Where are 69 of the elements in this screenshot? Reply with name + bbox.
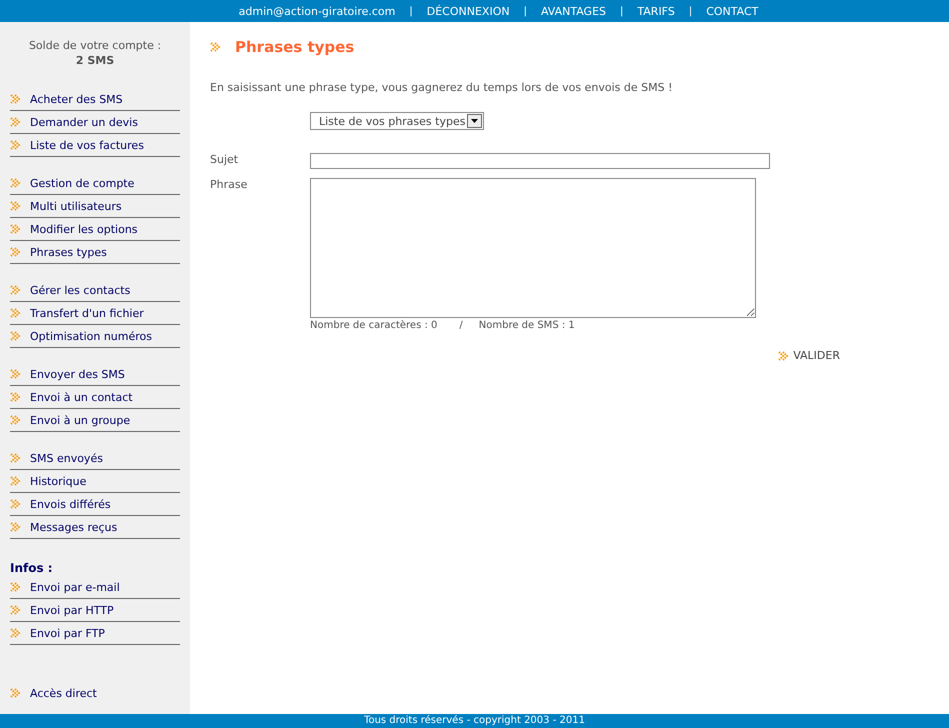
nav-link[interactable]: TARIFS [637,4,675,18]
chevron-icon [10,117,21,127]
chevron-icon [10,522,21,532]
nav-separator: | [619,6,624,16]
chevron-icon [10,688,21,698]
sidebar-item[interactable]: Gérer les contacts [10,279,180,302]
sidebar-heading: Infos : [10,560,54,576]
chevron-icon [10,582,21,592]
chevron-icon [10,308,21,318]
nav-link[interactable]: AVANTAGES [540,4,606,18]
char-count: Nombre de caractères : 0 [310,320,438,331]
chevron-icon [10,453,21,463]
chevron-icon [10,224,21,234]
sidebar-item[interactable]: Envoyer des SMS [10,363,180,386]
sidebar-item[interactable]: Modifier les options [10,218,180,241]
sidebar-item[interactable]: SMS envoyés [10,447,180,470]
page-title: Phrases types [235,38,354,56]
sidebar-item[interactable]: Envoi à un groupe [10,409,180,432]
chevron-icon [10,369,21,379]
chevron-icon [10,415,21,425]
sidebar-item[interactable]: Envoi par HTTP [10,599,180,622]
nav-link[interactable]: DÉCONNEXION [426,4,510,18]
chevron-icon [10,628,21,638]
sidebar-item[interactable]: Envoi par e-mail [10,576,180,599]
sidebar-item[interactable]: Historique [10,470,180,493]
nav-separator: | [522,6,528,16]
copyright-text: Tous droits réservés - copyright 2003 - 2011 [364,715,585,726]
nav-separator: | [408,6,414,16]
sidebar-item[interactable]: Phrases types [10,241,180,264]
phrase-dropdown[interactable]: Liste de vos phrases types [310,112,484,130]
balance-label: Solde de votre compte : [28,38,162,53]
intro-text: En saisissant une phrase type, vous gagnerez du temps lors de vos envois de SMS ! [210,81,674,94]
chevron-icon [210,42,221,52]
chevron-icon [10,605,21,615]
chevron-icon [10,392,21,402]
sidebar-item[interactable]: Accès direct [10,682,180,704]
count-separator: / [459,320,463,331]
sidebar-item[interactable]: Demander un devis [10,111,180,134]
nav-link[interactable]: admin@action-giratoire.com [238,4,396,18]
chevron-icon [10,247,21,257]
sidebar-item[interactable]: Envoi à un contact [10,386,180,409]
submit-link[interactable]: VALIDER [778,349,840,362]
sidebar-item[interactable]: Liste de vos factures [10,134,180,157]
sidebar-item[interactable]: Envoi par FTP [10,622,180,645]
sidebar-item[interactable]: Multi utilisateurs [10,195,180,218]
sidebar-item[interactable]: Messages reçus [10,516,180,539]
balance-value: 2 SMS [74,53,116,68]
chevron-icon [778,350,790,360]
chevron-icon [10,140,21,150]
sidebar-item[interactable]: Transfert d'un fichier [10,302,180,325]
sidebar-item[interactable]: Optimisation numéros [10,325,180,348]
phrase-field[interactable] [310,178,756,318]
subject-label: Sujet [210,153,240,168]
chevron-icon [10,476,21,486]
nav-link[interactable]: CONTACT [706,4,758,18]
sidebar-item[interactable]: Envois différés [10,493,180,516]
chevron-icon [10,499,21,509]
chevron-icon [10,201,21,211]
chevron-icon [10,331,21,341]
chevron-icon [10,94,21,104]
sidebar-item[interactable]: Acheter des SMS [10,88,180,111]
sidebar-item[interactable]: Gestion de compte [10,172,180,195]
phrase-label: Phrase [210,178,248,193]
nav-separator: | [688,6,694,16]
subject-field[interactable] [310,153,770,169]
chevron-icon [10,178,21,188]
caret-icon [471,119,478,123]
sms-count: Nombre de SMS : 1 [478,320,575,331]
chevron-icon [10,285,21,295]
